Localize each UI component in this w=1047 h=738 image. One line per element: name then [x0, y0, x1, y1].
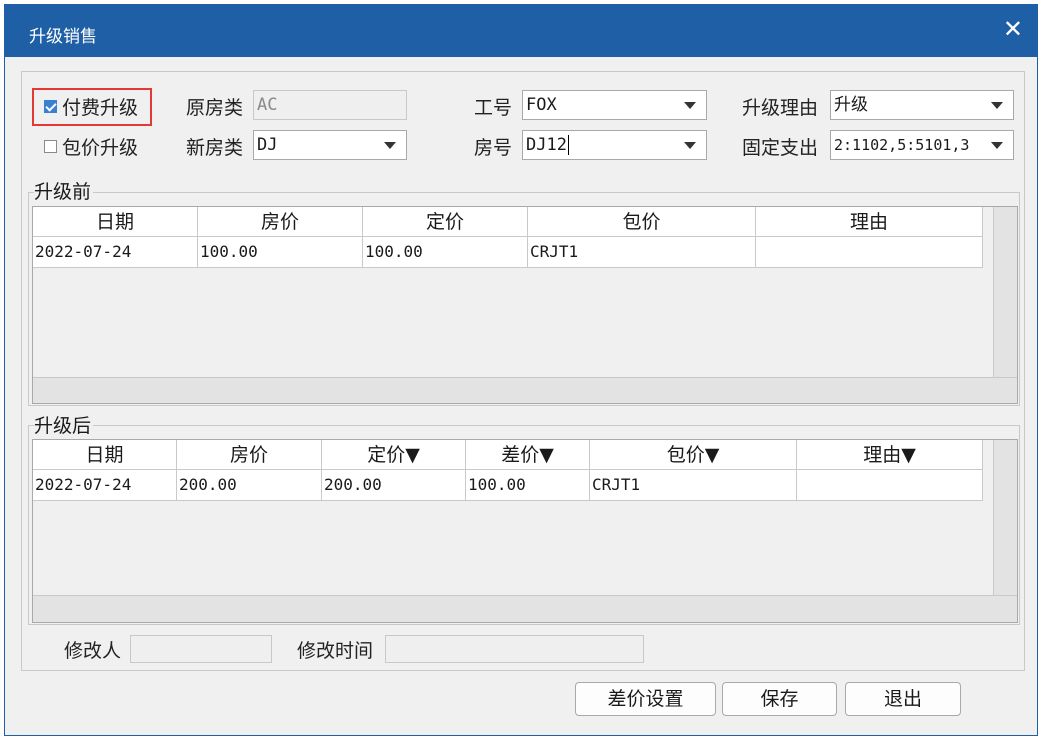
orig-room-type-label: 原房类	[186, 97, 244, 119]
text-cursor	[567, 135, 569, 155]
new-room-type-select[interactable]: DJ	[253, 130, 407, 160]
new-room-type-label: 新房类	[186, 137, 244, 159]
chevron-down-icon[interactable]	[991, 102, 1003, 109]
room-no-select[interactable]: DJ12	[522, 130, 707, 160]
save-button[interactable]: 保存	[722, 682, 837, 716]
staff-no-label: 工号	[474, 97, 513, 119]
chevron-down-icon[interactable]	[991, 142, 1003, 149]
title-bar[interactable]: 升级销售 ✕	[5, 5, 1037, 57]
fixed-expense-value: 2:1102,5:5101,3	[834, 136, 970, 154]
paid-upgrade-checkbox[interactable]	[44, 100, 57, 113]
modifier-field	[130, 635, 272, 663]
table-cell[interactable]: 2022-07-24	[33, 237, 198, 268]
after-group-label: 升级后	[34, 411, 94, 438]
vertical-scrollbar[interactable]	[993, 207, 1017, 377]
after-col-diff[interactable]: 差价▼	[466, 440, 590, 470]
after-col-date[interactable]: 日期	[33, 440, 177, 470]
paid-upgrade-label[interactable]: 付费升级	[62, 93, 138, 120]
horizontal-scrollbar[interactable]	[33, 595, 1017, 622]
reason-value: 升级	[834, 95, 868, 115]
after-col-package[interactable]: 包价▼	[590, 440, 797, 470]
table-cell[interactable]: CRJT1	[528, 237, 756, 268]
table-cell[interactable]	[756, 237, 983, 268]
form-panel: 付费升级 包价升级 原房类 AC 新房类 DJ 工号 FOX 房号 DJ12 升…	[21, 71, 1025, 671]
exit-button[interactable]: 退出	[845, 682, 961, 716]
diff-settings-button[interactable]: 差价设置	[575, 682, 716, 716]
table-cell[interactable]: 100.00	[466, 470, 590, 501]
reason-select[interactable]: 升级	[830, 90, 1014, 120]
table-cell[interactable]: 100.00	[363, 237, 528, 268]
modify-time-label: 修改时间	[297, 640, 374, 662]
chevron-down-icon[interactable]	[684, 142, 696, 149]
table-cell[interactable]: CRJT1	[590, 470, 797, 501]
before-table[interactable]: 日期 房价 定价 包价 理由 2022-07-24 100.00 100.00 …	[32, 206, 1018, 404]
table-cell[interactable]: 2022-07-24	[33, 470, 177, 501]
before-col-date[interactable]: 日期	[33, 207, 198, 237]
package-upgrade-checkbox[interactable]	[44, 140, 57, 153]
before-group-label: 升级前	[34, 177, 94, 204]
package-upgrade-label[interactable]: 包价升级	[62, 133, 138, 160]
after-col-reason[interactable]: 理由▼	[797, 440, 983, 470]
horizontal-scrollbar[interactable]	[33, 377, 1017, 403]
upgrade-sales-dialog: 升级销售 ✕ 付费升级 包价升级 原房类 AC 新房类 DJ 工号 FOX 房号…	[4, 4, 1038, 736]
staff-no-value: FOX	[526, 95, 557, 115]
table-cell[interactable]: 200.00	[322, 470, 466, 501]
after-table[interactable]: 日期 房价 定价▼ 差价▼ 包价▼ 理由▼ 2022-07-24 200.00 …	[32, 439, 1018, 623]
modifier-label: 修改人	[64, 640, 122, 662]
before-col-reason[interactable]: 理由	[756, 207, 983, 237]
reason-label: 升级理由	[742, 97, 819, 119]
table-cell[interactable]	[797, 470, 983, 501]
staff-no-select[interactable]: FOX	[522, 90, 707, 120]
modify-time-field	[385, 635, 644, 663]
orig-room-type-field: AC	[253, 90, 407, 120]
table-cell[interactable]: 200.00	[177, 470, 322, 501]
table-cell[interactable]: 100.00	[198, 237, 363, 268]
before-col-package[interactable]: 包价	[528, 207, 756, 237]
fixed-expense-label: 固定支出	[742, 137, 819, 159]
before-col-price[interactable]: 房价	[198, 207, 363, 237]
after-col-price[interactable]: 房价	[177, 440, 322, 470]
chevron-down-icon[interactable]	[684, 102, 696, 109]
room-no-label: 房号	[474, 137, 513, 159]
room-no-value: DJ12	[526, 135, 567, 155]
before-col-list-price[interactable]: 定价	[363, 207, 528, 237]
after-col-list-price[interactable]: 定价▼	[322, 440, 466, 470]
new-room-type-value: DJ	[257, 135, 278, 155]
close-icon[interactable]: ✕	[1003, 15, 1023, 43]
window-title: 升级销售	[29, 27, 97, 47]
vertical-scrollbar[interactable]	[993, 440, 1017, 595]
chevron-down-icon[interactable]	[384, 142, 396, 149]
fixed-expense-select[interactable]: 2:1102,5:5101,3	[830, 130, 1014, 160]
